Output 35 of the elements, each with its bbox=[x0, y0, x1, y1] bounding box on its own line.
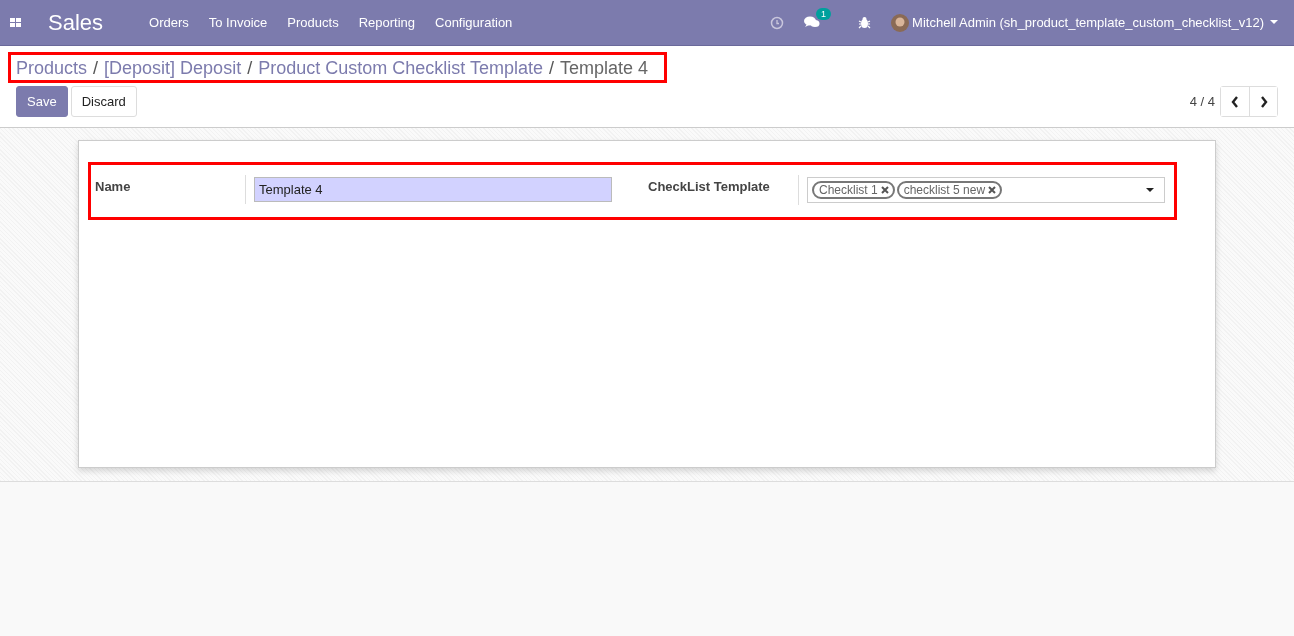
caret-icon[interactable] bbox=[1146, 187, 1154, 193]
chat-icon[interactable] bbox=[804, 16, 821, 29]
user-avatar[interactable] bbox=[891, 13, 910, 32]
breadcrumb-separator: / bbox=[247, 58, 253, 79]
field-label: Name bbox=[95, 178, 132, 194]
breadcrumb-separator: / bbox=[93, 58, 99, 79]
app-title: Sales bbox=[48, 9, 104, 36]
breadcrumb-link[interactable]: Product Custom Checklist Template bbox=[258, 58, 543, 79]
remove-icon[interactable] bbox=[988, 186, 997, 194]
breadcrumb-link[interactable]: Products bbox=[16, 58, 88, 79]
next-button[interactable] bbox=[1249, 87, 1277, 116]
chevron-left-icon bbox=[1231, 95, 1239, 108]
breadcrumb-link[interactable]: [Deposit] Deposit bbox=[104, 58, 242, 79]
chevron-right-icon bbox=[1259, 95, 1268, 108]
field-label: CheckList Template bbox=[647, 178, 771, 194]
menu-item[interactable]: To Invoice bbox=[208, 15, 268, 30]
remove-icon[interactable] bbox=[880, 186, 889, 194]
apps-grid-icon[interactable] bbox=[10, 17, 22, 28]
checklist-tags-field[interactable]: Checklist 1 checklist 5 new bbox=[807, 177, 1165, 203]
checklist-tag[interactable]: checklist 5 new bbox=[896, 181, 1003, 199]
message-count-badge: 1 bbox=[816, 8, 832, 20]
menu-item[interactable]: Orders bbox=[149, 15, 189, 30]
user-menu[interactable]: Mitchell Admin (sh_product_template_custom_checklist_v12) bbox=[912, 15, 1264, 30]
pager-count: 4 / 4 bbox=[1189, 94, 1215, 109]
menu-item[interactable]: Reporting bbox=[358, 15, 415, 30]
breadcrumb-separator: / bbox=[548, 58, 554, 79]
save-button[interactable]: Save bbox=[16, 86, 68, 117]
discard-button[interactable]: Discard bbox=[70, 86, 137, 117]
bug-icon[interactable] bbox=[858, 16, 872, 29]
clock-icon[interactable] bbox=[770, 15, 785, 30]
checklist-tag[interactable]: Checklist 1 bbox=[812, 181, 895, 199]
breadcrumb-current: Template 4 bbox=[559, 58, 649, 79]
menu-item[interactable]: Configuration bbox=[435, 15, 513, 30]
name-input[interactable]: Template 4 bbox=[254, 177, 612, 202]
menu-item[interactable]: Products bbox=[287, 15, 339, 30]
